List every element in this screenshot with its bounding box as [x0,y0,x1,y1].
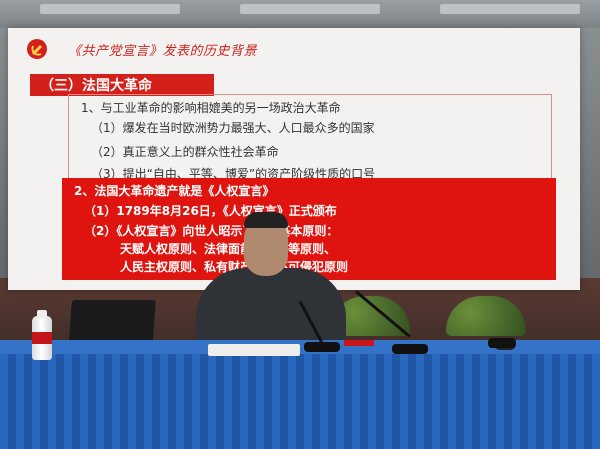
microphone-base [488,338,516,348]
ceiling-light [240,4,380,14]
water-bottle [32,310,52,360]
ceiling-light [440,4,580,14]
speaker-hair [244,212,288,228]
hammer-sickle-icon [27,39,47,59]
highlight-item: （2）《人权宣言》向世人昭示了以下基本原则： [84,224,339,238]
section-banner: （三）法国大革命 [30,74,214,96]
name-card [344,340,374,346]
bottle-label [32,332,52,344]
table-cloth [0,354,600,449]
ceiling-light [40,4,180,14]
ceiling [0,0,600,28]
list-item: （1）爆发在当时欧洲势力最强大、人口最众多的国家 [91,121,375,135]
highlight-item: 天赋人权原则、法律面前人人平等原则、 [120,242,337,256]
highlight-item: 2、法国大革命遗产就是《人权宣言》 [74,184,275,198]
conference-table [0,340,600,449]
list-item: （2）真正意义上的群众性社会革命 [91,145,279,159]
list-item: 1、与工业革命的影响相媲美的另一场政治大革命 [81,101,341,115]
microphone-base [304,342,340,352]
projection-screen: 《共产党宣言》发表的历史背景 （三）法国大革命 1、与工业革命的影响相媲美的另一… [8,28,580,290]
highlight-box: 2、法国大革命遗产就是《人权宣言》 （1）1789年8月26日，《人权宣言》正式… [62,178,556,280]
bottle-cap [37,310,47,318]
highlight-item: （1）1789年8月26日，《人权宣言》正式颁布 [84,204,337,218]
slide-title: 《共产党宣言》发表的历史背景 [68,44,258,59]
papers [208,344,300,356]
microphone-base [392,344,428,354]
